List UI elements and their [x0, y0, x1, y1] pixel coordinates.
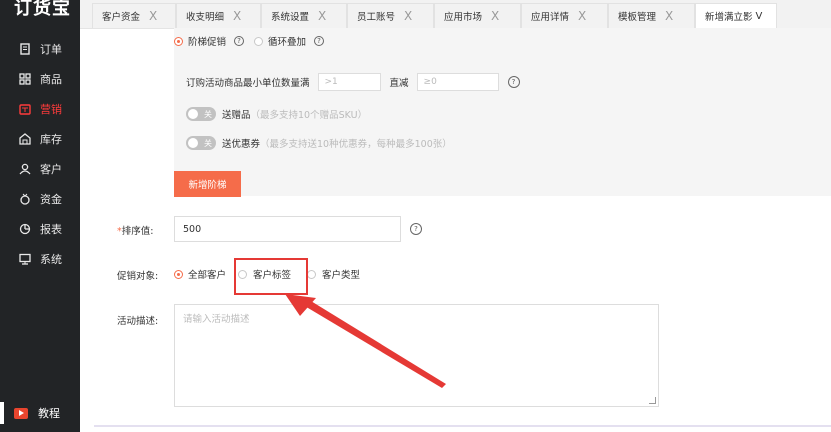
annotation-arrow-icon — [285, 294, 446, 388]
